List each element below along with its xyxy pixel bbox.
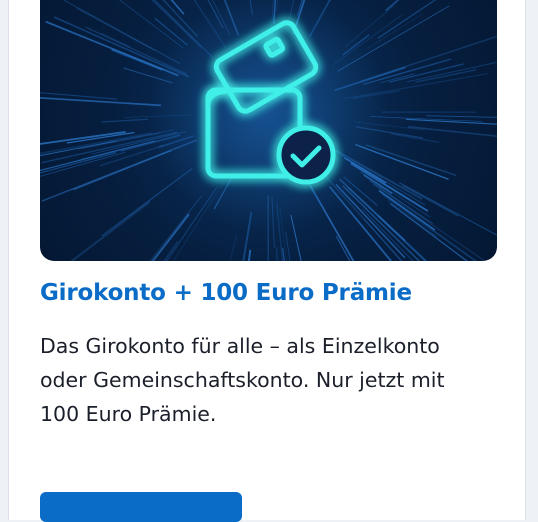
light-ray <box>367 14 422 49</box>
light-ray <box>48 0 180 64</box>
hero-image <box>40 0 497 261</box>
cta-button[interactable] <box>40 492 242 522</box>
card-description: Das Girokonto für alle – als Einzelkonto… <box>40 329 490 431</box>
light-ray <box>231 250 250 261</box>
light-ray <box>391 134 439 143</box>
light-ray <box>40 85 117 99</box>
light-ray <box>45 202 150 261</box>
light-ray <box>426 116 497 119</box>
light-ray <box>415 70 476 82</box>
light-ray <box>408 127 497 136</box>
hero-illustration <box>40 0 497 261</box>
card-title: Girokonto + 100 Euro Prämie <box>40 280 412 306</box>
light-ray <box>102 119 148 122</box>
light-ray <box>407 48 497 82</box>
light-ray <box>211 234 237 261</box>
light-ray <box>399 183 497 236</box>
product-card: Girokonto + 100 Euro Prämie Das Girokont… <box>8 0 526 520</box>
light-ray <box>386 0 449 11</box>
light-ray <box>126 195 202 261</box>
